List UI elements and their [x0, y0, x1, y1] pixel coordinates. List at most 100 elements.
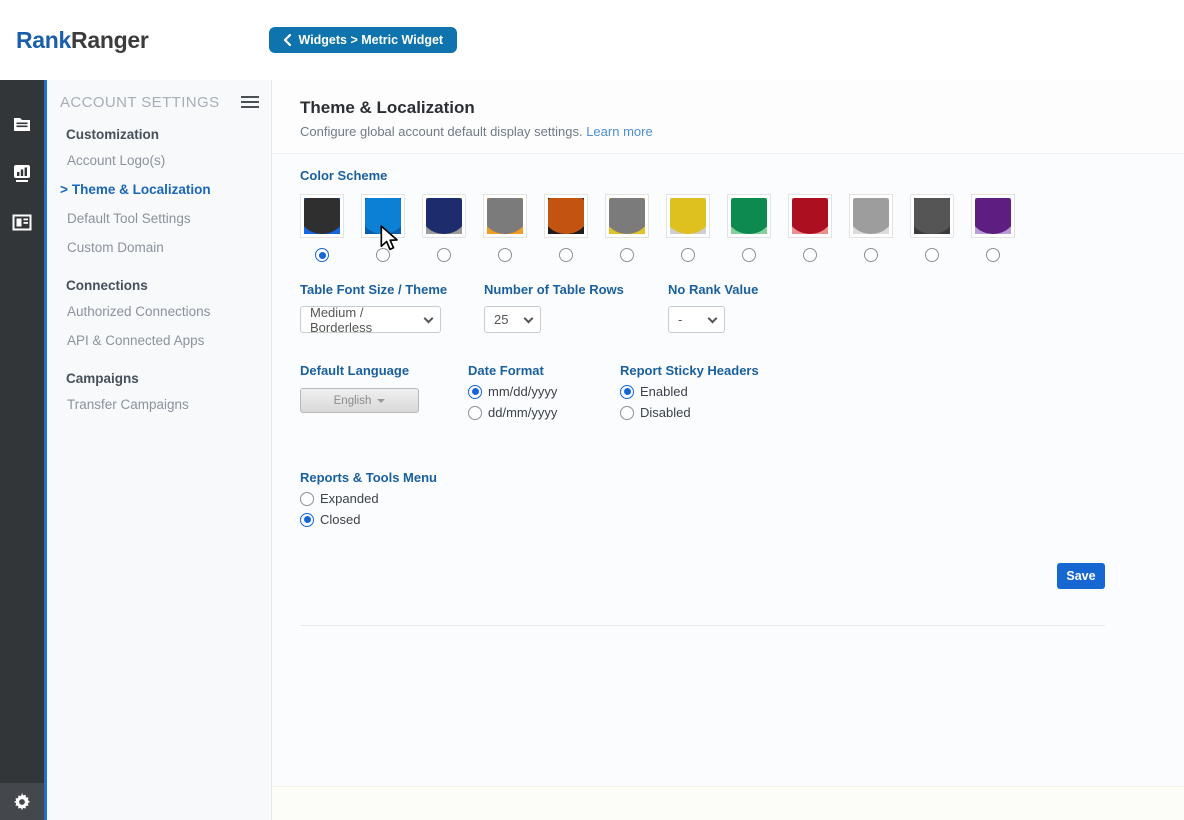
option-label: Disabled	[640, 405, 691, 420]
nav-item-custom-domain[interactable]: Custom Domain	[60, 233, 259, 262]
color-scheme-option-gray-orange[interactable]	[483, 194, 527, 262]
swatch	[548, 198, 584, 234]
gear-icon	[13, 793, 31, 811]
nav-section-connections: Connections Authorized Connections API &…	[60, 278, 259, 355]
locale-settings-row: Default Language English Date Format mm/…	[300, 363, 1105, 420]
swatch	[609, 198, 645, 234]
color-scheme-radio[interactable]	[498, 248, 512, 262]
nav-item-authorized-connections[interactable]: Authorized Connections	[60, 297, 259, 326]
swatch	[426, 198, 462, 234]
radio-icon[interactable]	[300, 492, 314, 506]
swatch	[487, 198, 523, 234]
table-font-value: Medium / Borderless	[310, 305, 416, 335]
section-divider	[300, 625, 1105, 626]
color-scheme-radio[interactable]	[986, 248, 1000, 262]
color-scheme-radio[interactable]	[437, 248, 451, 262]
nav-title: ACCOUNT SETTINGS	[60, 94, 219, 111]
app-window: RankRanger Widgets > Metric Widget	[0, 0, 1184, 820]
footer-strip	[272, 786, 1184, 820]
color-scheme-option-green[interactable]	[727, 194, 771, 262]
logo-text-rank: Rank	[16, 27, 71, 53]
color-scheme-radio[interactable]	[803, 248, 817, 262]
nav-item-default-tool-settings[interactable]: Default Tool Settings	[60, 204, 259, 233]
nav-item-transfer-campaigns[interactable]: Transfer Campaigns	[60, 390, 259, 419]
sidebar-layout-item[interactable]	[12, 212, 32, 232]
reports-menu-option-closed[interactable]: Closed	[300, 512, 1105, 527]
chevron-down-icon	[708, 314, 718, 324]
swatch	[975, 198, 1011, 234]
color-scheme-radio[interactable]	[620, 248, 634, 262]
date-format-option-mmddyyyy[interactable]: mm/dd/yyyy	[468, 384, 620, 399]
hamburger-icon[interactable]	[241, 93, 259, 111]
page-title: Theme & Localization	[300, 98, 1105, 118]
color-scheme-option-orange-black[interactable]	[544, 194, 588, 262]
color-scheme-radio[interactable]	[925, 248, 939, 262]
layout-icon	[12, 214, 32, 231]
option-label: Expanded	[320, 491, 379, 506]
learn-more-link[interactable]: Learn more	[586, 124, 652, 139]
radio-icon[interactable]	[300, 513, 314, 527]
color-scheme-radio[interactable]	[315, 248, 329, 262]
save-button[interactable]: Save	[1057, 563, 1105, 589]
active-item-chevron: >	[60, 182, 68, 197]
radio-icon[interactable]	[620, 406, 634, 420]
nav-heading: Customization	[60, 127, 259, 142]
main-content: Theme & Localization Configure global ac…	[272, 80, 1184, 820]
sticky-headers-option-enabled[interactable]: Enabled	[620, 384, 759, 399]
color-scheme-option-crimson[interactable]	[788, 194, 832, 262]
option-label: mm/dd/yyyy	[488, 384, 557, 399]
color-scheme-option-blue[interactable]	[361, 194, 405, 262]
nav-heading: Campaigns	[60, 371, 259, 386]
default-language-label: Default Language	[300, 363, 468, 378]
radio-icon[interactable]	[620, 385, 634, 399]
sticky-headers-label: Report Sticky Headers	[620, 363, 759, 378]
sidebar-charts-item[interactable]	[12, 163, 32, 183]
radio-icon[interactable]	[468, 385, 482, 399]
color-scheme-option-purple[interactable]	[971, 194, 1015, 262]
color-scheme-option-gray-yellow[interactable]	[605, 194, 649, 262]
table-settings-row: Table Font Size / Theme Medium / Borderl…	[300, 282, 1105, 333]
rankranger-logo[interactable]: RankRanger	[16, 27, 149, 54]
reports-menu-option-expanded[interactable]: Expanded	[300, 491, 1105, 506]
sticky-headers-option-disabled[interactable]: Disabled	[620, 405, 759, 420]
color-scheme-option-dark-gray[interactable]	[910, 194, 954, 262]
color-scheme-option-dark-blue[interactable]	[300, 194, 344, 262]
icon-sidebar	[0, 80, 44, 820]
option-label: dd/mm/yyyy	[488, 405, 557, 420]
color-scheme-option-gold[interactable]	[666, 194, 710, 262]
no-rank-select[interactable]: -	[668, 306, 725, 333]
color-scheme-radio[interactable]	[681, 248, 695, 262]
date-format-option-ddmmyyyy[interactable]: dd/mm/yyyy	[468, 405, 620, 420]
color-scheme-row	[300, 194, 1105, 262]
nav-item-account-logos[interactable]: Account Logo(s)	[60, 146, 259, 175]
nav-heading: Connections	[60, 278, 259, 293]
reports-tools-menu-section: Reports & Tools Menu Expanded Closed	[300, 470, 1105, 527]
sidebar-reports-item[interactable]	[12, 114, 32, 134]
caret-down-icon	[377, 399, 385, 403]
radio-icon[interactable]	[468, 406, 482, 420]
color-scheme-option-gray[interactable]	[849, 194, 893, 262]
color-scheme-option-navy-gray[interactable]	[422, 194, 466, 262]
table-rows-select[interactable]: 25	[484, 306, 541, 333]
nav-button-label: Widgets > Metric Widget	[299, 33, 444, 47]
widgets-metric-widget-button[interactable]: Widgets > Metric Widget	[269, 27, 458, 53]
table-font-label: Table Font Size / Theme	[300, 282, 484, 297]
color-scheme-radio[interactable]	[559, 248, 573, 262]
option-label: Closed	[320, 512, 360, 527]
color-scheme-radio[interactable]	[864, 248, 878, 262]
swatch	[670, 198, 706, 234]
swatch	[304, 198, 340, 234]
nav-item-theme-localization[interactable]: >Theme & Localization	[60, 175, 259, 204]
app-body: ACCOUNT SETTINGS Customization Account L…	[0, 80, 1184, 820]
reports-menu-label: Reports & Tools Menu	[300, 470, 1105, 485]
language-dropdown-button[interactable]: English	[300, 388, 419, 413]
color-scheme-radio[interactable]	[376, 248, 390, 262]
sidebar-settings-item[interactable]	[0, 783, 44, 820]
language-value: English	[334, 395, 372, 407]
table-rows-label: Number of Table Rows	[484, 282, 668, 297]
color-scheme-radio[interactable]	[742, 248, 756, 262]
date-format-label: Date Format	[468, 363, 620, 378]
nav-item-api-connected-apps[interactable]: API & Connected Apps	[60, 326, 259, 355]
color-scheme-label: Color Scheme	[300, 168, 1105, 183]
table-font-select[interactable]: Medium / Borderless	[300, 306, 441, 333]
